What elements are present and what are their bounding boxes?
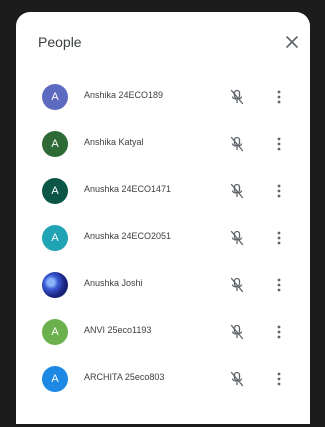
more-vert-icon bbox=[277, 137, 281, 151]
close-button[interactable] bbox=[280, 30, 304, 54]
avatar: A bbox=[42, 178, 68, 204]
avatar: A bbox=[42, 319, 68, 345]
more-vert-icon bbox=[277, 372, 281, 386]
more-vert-icon bbox=[277, 325, 281, 339]
people-panel: People A Anshika 24ECO189 A Anshika Katyal A… bbox=[16, 12, 310, 424]
participant-name: Anshika 24ECO189 bbox=[84, 90, 164, 100]
participant-name: Anushka 24ECO1471 bbox=[84, 184, 172, 194]
participant-row[interactable]: A ARCHITA 25eco803 bbox=[16, 356, 310, 403]
more-vert-icon bbox=[277, 231, 281, 245]
more-vert-icon bbox=[277, 90, 281, 104]
mic-off-icon bbox=[226, 180, 248, 202]
more-vert-icon bbox=[277, 184, 281, 198]
mic-off-icon bbox=[226, 86, 248, 108]
more-options-button[interactable] bbox=[272, 133, 286, 155]
participant-row[interactable]: A Anushka 24ECO2051 bbox=[16, 215, 310, 262]
avatar: A bbox=[42, 131, 68, 157]
mic-off-icon bbox=[226, 368, 248, 390]
screen-frame: People A Anshika 24ECO189 A Anshika Katyal A… bbox=[0, 0, 325, 427]
mic-off-icon bbox=[226, 321, 248, 343]
more-options-button[interactable] bbox=[272, 368, 286, 390]
participant-name: Anushka Joshi bbox=[84, 278, 143, 288]
more-options-button[interactable] bbox=[272, 180, 286, 202]
participant-name: ANVI 25eco1193 bbox=[84, 325, 152, 335]
participant-name: Anushka 24ECO2051 bbox=[84, 231, 172, 241]
more-options-button[interactable] bbox=[272, 274, 286, 296]
avatar bbox=[42, 272, 68, 298]
participant-row[interactable]: A Anushka 24ECO1471 bbox=[16, 168, 310, 215]
panel-header: People bbox=[16, 12, 310, 72]
participant-row[interactable]: A Anshika Katyal bbox=[16, 121, 310, 168]
participant-name: ARCHITA 25eco803 bbox=[84, 372, 165, 382]
more-options-button[interactable] bbox=[272, 321, 286, 343]
participant-row[interactable]: A ANVI 25eco1193 bbox=[16, 309, 310, 356]
avatar: A bbox=[42, 366, 68, 392]
mic-off-icon bbox=[226, 133, 248, 155]
avatar: A bbox=[42, 225, 68, 251]
participant-name: Anshika Katyal bbox=[84, 137, 144, 147]
panel-title: People bbox=[38, 34, 82, 50]
mic-off-icon bbox=[226, 274, 248, 296]
mic-off-icon bbox=[226, 227, 248, 249]
avatar: A bbox=[42, 84, 68, 110]
participant-row[interactable]: Anushka Joshi bbox=[16, 262, 310, 309]
participant-row[interactable]: A Anshika 24ECO189 bbox=[16, 74, 310, 121]
close-icon bbox=[286, 36, 298, 48]
participant-list: A Anshika 24ECO189 A Anshika Katyal A Anushka… bbox=[16, 74, 310, 424]
more-vert-icon bbox=[277, 278, 281, 292]
more-options-button[interactable] bbox=[272, 227, 286, 249]
more-options-button[interactable] bbox=[272, 86, 286, 108]
